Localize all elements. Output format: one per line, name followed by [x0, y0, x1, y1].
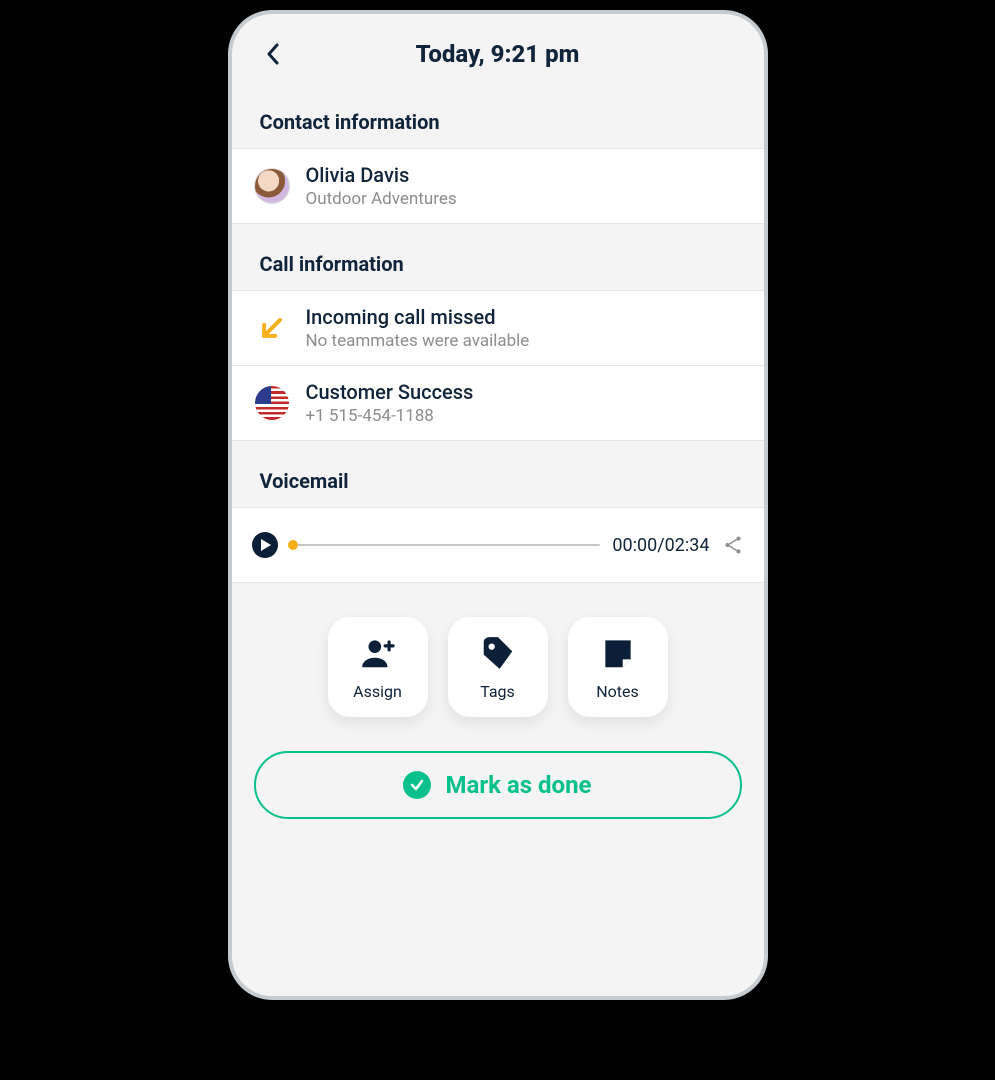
mark-done-label: Mark as done	[445, 771, 591, 799]
section-call-header: Call information	[232, 224, 764, 290]
check-icon	[403, 771, 431, 799]
action-row: Assign Tags Notes	[232, 583, 764, 741]
assign-icon	[359, 634, 397, 672]
play-button[interactable]	[252, 532, 278, 558]
progress-handle[interactable]	[288, 540, 298, 550]
contact-company: Outdoor Adventures	[306, 189, 457, 209]
section-contact-header: Contact information	[232, 82, 764, 148]
assign-button[interactable]: Assign	[328, 617, 428, 717]
us-flag-icon	[252, 383, 292, 423]
call-number-row[interactable]: Customer Success +1 515-454-1188	[232, 366, 764, 441]
notes-icon	[599, 634, 637, 672]
contact-row[interactable]: Olivia Davis Outdoor Adventures	[232, 148, 764, 224]
play-icon	[261, 539, 271, 551]
voicemail-player: 00:00/02:34	[232, 507, 764, 583]
missed-call-icon	[252, 308, 292, 348]
header-title: Today, 9:21 pm	[260, 40, 736, 68]
progress-track[interactable]	[290, 544, 601, 546]
contact-name: Olivia Davis	[306, 163, 457, 187]
tags-button[interactable]: Tags	[448, 617, 548, 717]
assign-label: Assign	[353, 682, 402, 701]
tag-icon	[479, 634, 517, 672]
avatar	[252, 166, 292, 206]
phone-frame: Today, 9:21 pm Contact information Olivi…	[228, 10, 768, 1000]
notes-label: Notes	[596, 682, 639, 701]
mark-done-button[interactable]: Mark as done	[254, 751, 742, 819]
section-voicemail-header: Voicemail	[232, 441, 764, 507]
call-status-sub: No teammates were available	[306, 331, 530, 351]
call-phone: +1 515-454-1188	[306, 406, 474, 426]
call-status-row[interactable]: Incoming call missed No teammates were a…	[232, 290, 764, 366]
call-dept: Customer Success	[306, 380, 474, 404]
share-icon[interactable]	[722, 534, 744, 556]
voicemail-time: 00:00/02:34	[612, 535, 709, 556]
notes-button[interactable]: Notes	[568, 617, 668, 717]
call-status-title: Incoming call missed	[306, 305, 530, 329]
header-bar: Today, 9:21 pm	[232, 14, 764, 82]
tags-label: Tags	[480, 682, 515, 701]
